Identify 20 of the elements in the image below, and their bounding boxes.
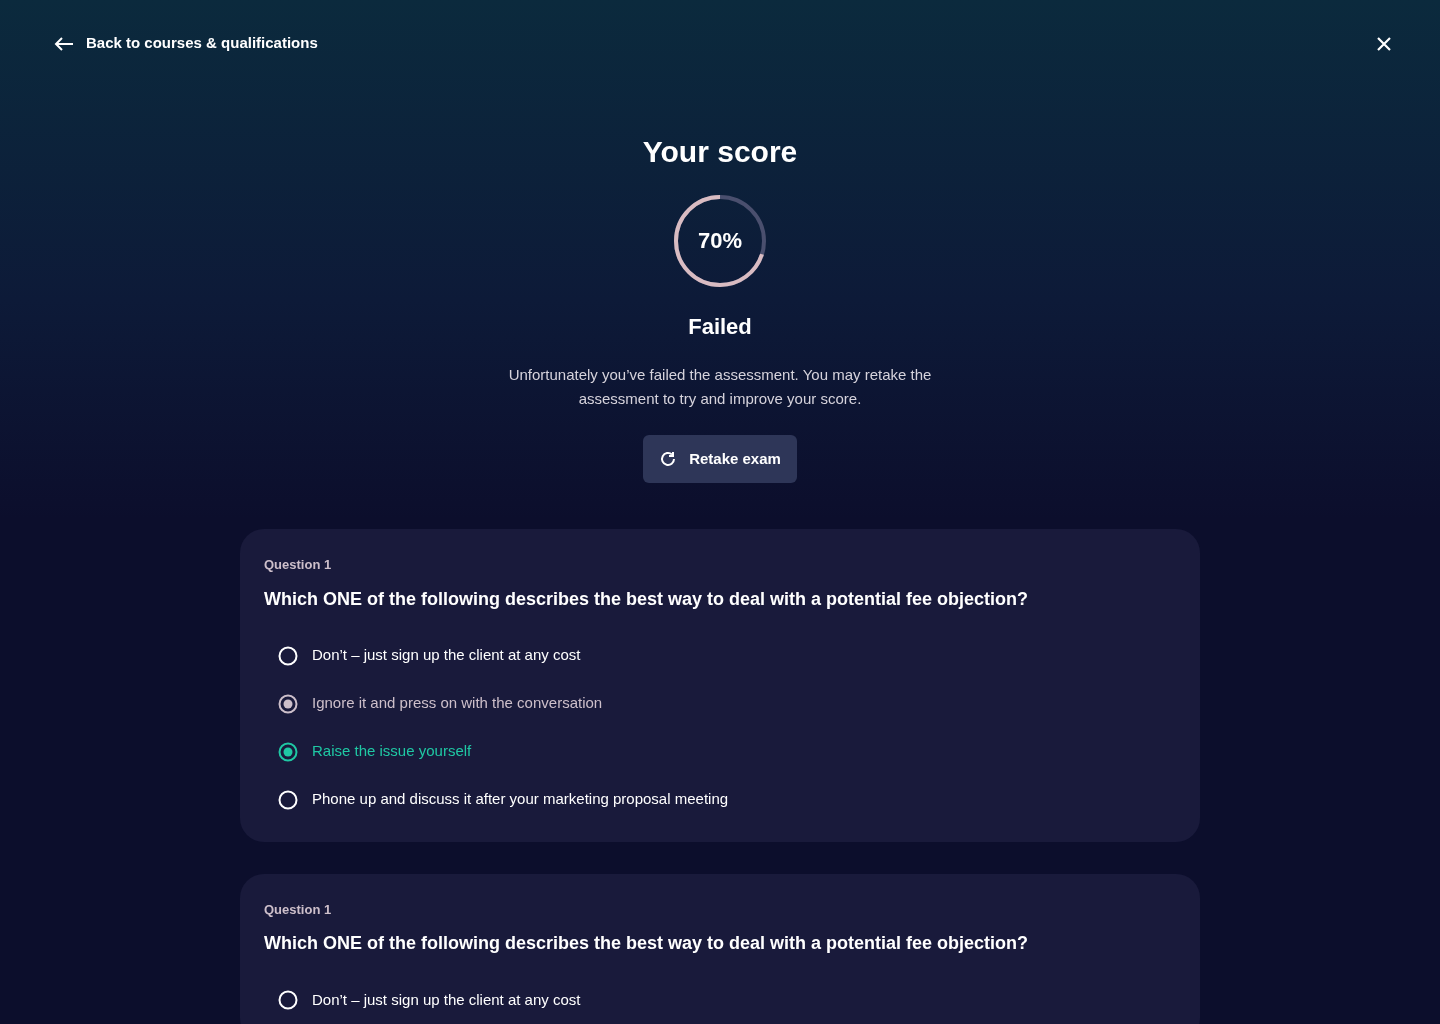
back-link[interactable]: Back to courses & qualifications (54, 32, 318, 55)
score-value: 70% (698, 229, 742, 253)
result-message: Unfortunately you’ve failed the assessment. You may retake the assessment to try and improve your score. (507, 365, 933, 409)
arrow-left-icon (54, 35, 74, 52)
answer-option[interactable]: Ignore it and press on with the conversation (278, 679, 1176, 728)
answer-option[interactable]: Raise the issue yourself (278, 727, 1176, 776)
answer-option[interactable]: Phone up and discuss it after your marketing proposal meeting (278, 775, 1176, 824)
question-label: Question 1 (264, 556, 333, 574)
score-title: Your score (642, 134, 798, 170)
radio-button[interactable] (278, 741, 298, 762)
result-status: Failed (688, 313, 752, 341)
answer-option[interactable]: Don’t – just sign up the client at any cost (278, 976, 1176, 1024)
retake-button[interactable]: Retake exam (643, 435, 797, 483)
close-icon (1377, 36, 1391, 51)
radio-button[interactable] (278, 693, 298, 714)
question-text: Which ONE of the following describes the best way to deal with a potential fee objection? (264, 932, 1030, 955)
refresh-icon (659, 450, 678, 468)
answer-option[interactable]: Don’t – just sign up the client at any cost (278, 631, 1176, 680)
question-label: Question 1 (264, 900, 333, 919)
question-text: Which ONE of the following describes the best way to deal with a potential fee objection? (264, 587, 1030, 611)
